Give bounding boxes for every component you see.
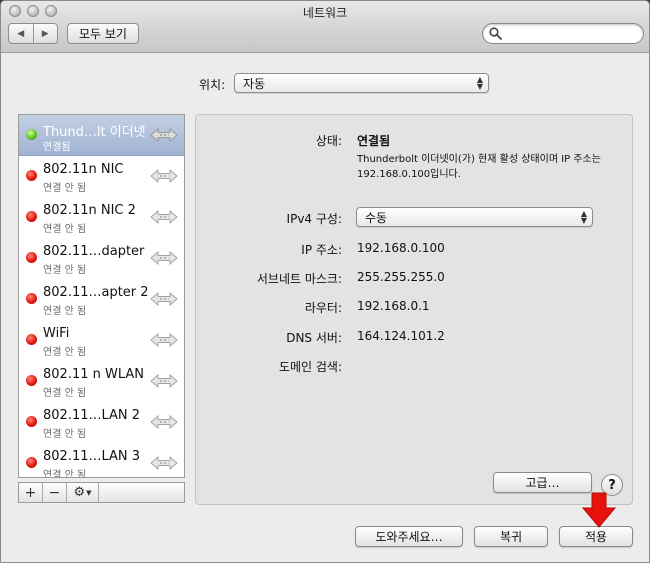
window-title: 네트워크 (302, 6, 348, 20)
service-item-thunderbolt-ethernet[interactable]: Thund…lt 이더넷 연결됨 (19, 115, 184, 156)
network-arrows-icon (150, 250, 178, 266)
service-status: 연결 안 됨 (43, 306, 87, 317)
status-dot-red-icon (26, 293, 37, 304)
network-arrows-icon (150, 414, 178, 430)
service-name: 802.11n NIC (43, 162, 124, 177)
location-popup[interactable]: 자동 ▲ ▼ (234, 73, 489, 93)
service-name: 802.11…dapter (43, 244, 145, 259)
dns-server-label: DNS 서버: (286, 331, 342, 345)
network-preferences-window: 네트워크 ◀ ▶ 모두 보기 위치: 자동 ▲ ▼ Thund…lt 이더넷 연결… (0, 0, 650, 563)
status-dot-red-icon (26, 416, 37, 427)
status-dot-green-icon (26, 129, 37, 140)
network-arrows-icon (150, 455, 178, 471)
service-status: 연결 안 됨 (43, 183, 87, 194)
service-item-wifi[interactable]: WiFi 연결 안 됨 (19, 320, 184, 361)
title-bar: 네트워크 ◀ ▶ 모두 보기 (1, 1, 649, 53)
ipv4-config-label: IPv4 구성: (286, 212, 342, 226)
service-status: 연결됨 (43, 142, 71, 153)
service-status: 연결 안 됨 (43, 470, 87, 478)
magnifier-icon (489, 27, 502, 40)
dns-server-value[interactable]: 164.124.101.2 (357, 329, 445, 343)
network-arrows-icon (150, 127, 178, 143)
router-label: 라우터: (304, 301, 342, 315)
chevron-down-icon: ▼ (86, 488, 92, 497)
service-status: 연결 안 됨 (43, 388, 87, 399)
status-dot-red-icon (26, 457, 37, 468)
network-arrows-icon (150, 373, 178, 389)
gear-icon: ⚙ (73, 485, 86, 500)
service-actions-button[interactable]: ⚙ ▼ (67, 483, 99, 502)
remove-service-button[interactable]: − (43, 483, 67, 502)
subnet-mask-label: 서브네트 마스크: (256, 272, 342, 286)
status-value: 연결됨 (357, 134, 391, 148)
status-dot-red-icon (26, 252, 37, 263)
status-dot-red-icon (26, 170, 37, 181)
red-arrow-icon (582, 492, 616, 528)
service-name: 802.11 n WLAN (43, 367, 145, 382)
service-item-80211-lan-2[interactable]: 802.11…LAN 2 연결 안 됨 (19, 402, 184, 443)
back-forward-control: ◀ ▶ (8, 23, 58, 44)
apply-button[interactable]: 적용 (559, 526, 633, 547)
service-list: Thund…lt 이더넷 연결됨 802.11n NIC 연결 안 됨 802.… (18, 114, 185, 478)
status-dot-red-icon (26, 211, 37, 222)
revert-button[interactable]: 복귀 (474, 526, 548, 547)
service-item-80211n-nic[interactable]: 802.11n NIC 연결 안 됨 (19, 156, 184, 197)
search-domains-label: 도메인 검색: (278, 360, 342, 374)
ip-address-label: IP 주소: (301, 243, 342, 257)
assist-me-button[interactable]: 도와주세요… (355, 526, 463, 547)
network-arrows-icon (150, 291, 178, 307)
service-name: 802.11n NIC 2 (43, 203, 136, 218)
service-name: 802.11…apter 2 (43, 285, 149, 300)
status-label: 상태: (315, 134, 342, 148)
show-all-button[interactable]: 모두 보기 (67, 23, 139, 44)
search-input[interactable] (505, 26, 637, 41)
router-value[interactable]: 192.168.0.1 (357, 299, 430, 313)
status-description: Thunderbolt 이더넷이(가) 현재 활성 상태이며 IP 주소는 19… (357, 154, 601, 180)
service-status: 연결 안 됨 (43, 347, 87, 358)
forward-button[interactable]: ▶ (32, 24, 58, 43)
service-name: 802.11…LAN 2 (43, 408, 141, 423)
add-service-button[interactable]: + (19, 483, 43, 502)
network-arrows-icon (150, 332, 178, 348)
service-status: 연결 안 됨 (43, 265, 87, 276)
service-status: 연결 안 됨 (43, 224, 87, 235)
ipv4-config-value: 수동 (365, 210, 388, 225)
service-item-80211-adapter[interactable]: 802.11…dapter 연결 안 됨 (19, 238, 184, 279)
service-item-80211n-nic-2[interactable]: 802.11n NIC 2 연결 안 됨 (19, 197, 184, 238)
search-field[interactable] (482, 23, 644, 44)
ipv4-config-popup[interactable]: 수동 ▲ ▼ (356, 207, 593, 227)
status-dot-red-icon (26, 334, 37, 345)
service-item-80211-lan-3[interactable]: 802.11…LAN 3 연결 안 됨 (19, 443, 184, 478)
popup-arrows-icon: ▲ ▼ (476, 75, 483, 91)
advanced-button[interactable]: 고급… (493, 472, 592, 493)
service-status: 연결 안 됨 (43, 429, 87, 440)
service-name: WiFi (43, 326, 70, 341)
subnet-mask-value[interactable]: 255.255.255.0 (357, 270, 445, 284)
popup-arrows-icon: ▲ ▼ (580, 209, 587, 225)
service-item-80211-adapter-2[interactable]: 802.11…apter 2 연결 안 됨 (19, 279, 184, 320)
service-name: 802.11…LAN 3 (43, 449, 141, 464)
back-button[interactable]: ◀ (9, 24, 33, 43)
service-list-toolbar: + − ⚙ ▼ (18, 482, 185, 503)
network-arrows-icon (150, 209, 178, 225)
status-dot-red-icon (26, 375, 37, 386)
network-arrows-icon (150, 168, 178, 184)
service-item-80211-n-wlan[interactable]: 802.11 n WLAN 연결 안 됨 (19, 361, 184, 402)
location-value: 자동 (243, 76, 266, 91)
ip-address-value[interactable]: 192.168.0.100 (357, 241, 445, 255)
location-label: 위치: (199, 78, 226, 92)
